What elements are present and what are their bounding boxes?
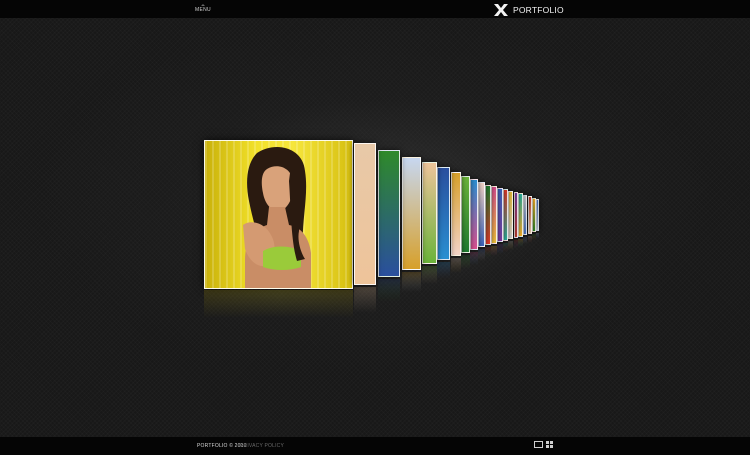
woman-portrait-image (243, 147, 311, 288)
gallery-thumbnail-reflection (527, 235, 532, 243)
gallery-thumbnail-reflection (470, 252, 478, 265)
gallery-thumbnail[interactable] (497, 187, 503, 243)
gallery-thumbnail[interactable] (485, 185, 491, 245)
gallery-thumbnail-reflection (354, 287, 376, 313)
grid-view-icon[interactable] (546, 441, 554, 449)
gallery-thumbnail-reflection (513, 240, 519, 248)
gallery-thumbnail[interactable] (527, 196, 532, 234)
gallery-thumbnail[interactable] (354, 143, 376, 285)
gallery-thumbnail[interactable] (508, 190, 514, 240)
gallery-thumbnail-reflection (378, 279, 400, 302)
gallery-thumbnail-reflection (461, 255, 470, 269)
featured-photo[interactable] (204, 140, 353, 289)
gallery-thumbnail-reflection (422, 266, 437, 284)
gallery-thumbnail-reflection (437, 262, 450, 279)
gallery-thumbnail[interactable] (437, 167, 450, 260)
single-view-icon[interactable] (534, 441, 543, 448)
gallery-thumbnail-reflection (523, 237, 528, 245)
gallery-thumbnail[interactable] (502, 189, 509, 241)
gallery-thumbnail-reflection (491, 245, 497, 256)
gallery-thumbnail[interactable] (491, 186, 497, 244)
gallery-thumbnail-reflection (478, 249, 485, 261)
gallery-thumbnail[interactable] (523, 194, 528, 236)
gallery-thumbnail[interactable] (470, 179, 478, 250)
gallery-thumbnail-reflection (485, 247, 491, 258)
gallery-thumbnail-reflection (518, 238, 523, 247)
coverflow-gallery (0, 0, 750, 455)
gallery-thumbnail-reflection (451, 258, 461, 273)
gallery-thumbnail-reflection (535, 233, 540, 239)
gallery-thumbnail[interactable] (451, 172, 461, 256)
gallery-thumbnail[interactable] (422, 162, 437, 264)
gallery-thumbnail-reflection (531, 234, 536, 241)
footer-bar: PORTFOLIO © 2010 PRIVACY POLICY (0, 437, 750, 455)
gallery-thumbnail[interactable] (518, 193, 523, 237)
gallery-thumbnail[interactable] (513, 192, 519, 238)
gallery-thumbnail[interactable] (378, 150, 400, 277)
gallery-thumbnail-reflection (497, 244, 503, 255)
privacy-policy-link[interactable]: PRIVACY POLICY (240, 443, 284, 449)
gallery-thumbnail-reflection (402, 272, 421, 292)
gallery-thumbnail-reflection (508, 241, 514, 251)
gallery-thumbnail[interactable] (402, 157, 421, 270)
gallery-thumbnail[interactable] (478, 182, 485, 247)
featured-photo-reflection (204, 290, 353, 318)
gallery-thumbnail[interactable] (531, 197, 536, 233)
gallery-thumbnail[interactable] (535, 199, 540, 231)
gallery-thumbnail[interactable] (461, 176, 470, 253)
gallery-thumbnail-reflection (502, 242, 509, 252)
